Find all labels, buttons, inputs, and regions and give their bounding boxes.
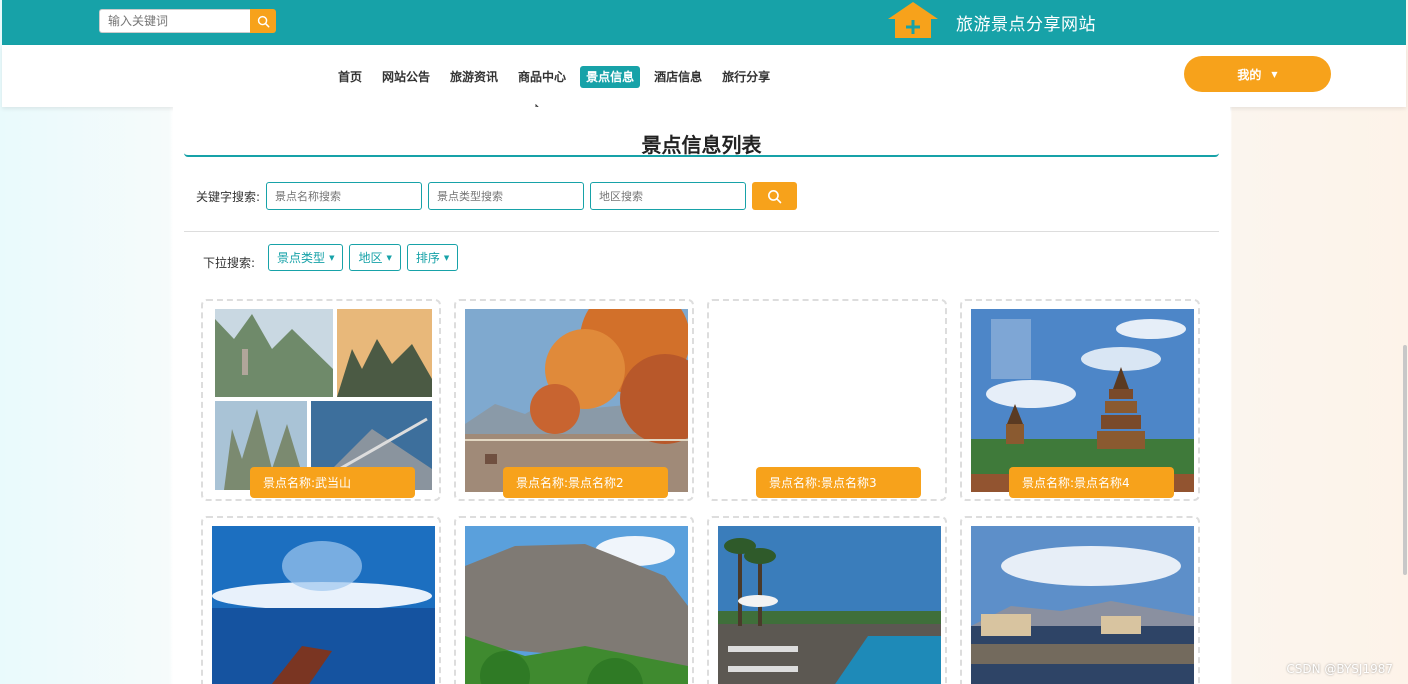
- area-dropdown-label: 地区: [358, 251, 383, 265]
- attraction-name-label: 景点名称: 景点名称2: [503, 467, 668, 498]
- attraction-name: 景点名称3: [821, 476, 877, 490]
- area-dropdown[interactable]: 地区 ▼: [349, 244, 401, 271]
- watermark: CSDN @BYSJ1987: [1286, 662, 1393, 676]
- attraction-image: [971, 309, 1194, 492]
- attraction-card[interactable]: [454, 516, 694, 684]
- attraction-name-label: 景点名称: 景点名称3: [756, 467, 921, 498]
- attraction-name-input[interactable]: [266, 182, 423, 210]
- mine-label: 我的: [1237, 67, 1262, 82]
- attraction-type-input[interactable]: [428, 182, 585, 210]
- main-content: 景点信息列表 关键字搜索: 下拉搜索: 景点类型 ▼ 地区 ▼ 排序 ▼: [173, 107, 1230, 684]
- header-search: [99, 9, 276, 33]
- attraction-name: 武当山: [315, 476, 352, 490]
- attraction-image: [215, 309, 432, 490]
- nav-item-hotels[interactable]: 酒店信息: [648, 66, 708, 88]
- attraction-type-dropdown[interactable]: 景点类型 ▼: [268, 244, 344, 271]
- sort-dropdown-label: 排序: [415, 251, 440, 265]
- nav-bar: 首页 网站公告 旅游资讯 商品中心 景点信息 酒店信息 旅行分享 我的 ▼: [2, 45, 1406, 107]
- attraction-image: [465, 309, 688, 492]
- attraction-name-prefix: 景点名称:: [1022, 476, 1075, 490]
- attraction-image: [718, 526, 941, 684]
- area-input[interactable]: [590, 182, 747, 210]
- nav-item-travel-share[interactable]: 旅行分享: [716, 66, 776, 88]
- divider: [184, 231, 1219, 232]
- attraction-name-prefix: 景点名称:: [516, 476, 569, 490]
- site-title: 旅游景点分享网站: [956, 15, 1096, 35]
- house-logo-icon: [888, 2, 938, 38]
- dropdown-search-label: 下拉搜索:: [203, 256, 256, 270]
- attraction-image-empty: [718, 309, 941, 492]
- attraction-card[interactable]: 景点名称: 景点名称4: [960, 299, 1200, 501]
- sort-dropdown[interactable]: 排序 ▼: [406, 244, 459, 271]
- mine-dropdown-button[interactable]: 我的 ▼: [1184, 56, 1331, 92]
- header-search-button[interactable]: [250, 9, 276, 33]
- attraction-image: [971, 526, 1194, 684]
- attraction-type-dropdown-label: 景点类型: [277, 251, 326, 265]
- attraction-card[interactable]: [960, 516, 1200, 684]
- caret-down-icon: ▼: [1271, 69, 1278, 79]
- attraction-name-label: 景点名称: 武当山: [250, 467, 415, 498]
- nav-item-products[interactable]: 商品中心: [512, 66, 572, 88]
- attraction-card[interactable]: [707, 516, 947, 684]
- attraction-card[interactable]: 景点名称: 武当山: [201, 299, 441, 501]
- attraction-name: 景点名称4: [1074, 476, 1130, 490]
- top-bar: 旅游景点分享网站: [2, 0, 1406, 45]
- attraction-grid: 景点名称: 武当山 景点名称: 景点名称2 景点名称: 景点名称3 景点名称: …: [201, 299, 1200, 684]
- nav-item-attractions[interactable]: 景点信息: [580, 66, 641, 88]
- page-title: 景点信息列表: [184, 129, 1219, 157]
- nav-item-announcements[interactable]: 网站公告: [376, 66, 436, 88]
- scrollbar-thumb[interactable]: [1403, 345, 1407, 575]
- attraction-image: [465, 526, 688, 684]
- attraction-name-label: 景点名称: 景点名称4: [1009, 467, 1174, 498]
- attraction-card[interactable]: 景点名称: 景点名称3: [707, 299, 947, 501]
- keyword-search-label: 关键字搜索:: [196, 189, 261, 204]
- caret-down-icon: ▼: [329, 253, 335, 262]
- attraction-card[interactable]: [201, 516, 441, 684]
- attraction-card[interactable]: 景点名称: 景点名称2: [454, 299, 694, 501]
- caret-down-icon: ▼: [443, 253, 450, 262]
- attraction-name: 景点名称2: [568, 476, 624, 490]
- attraction-name-prefix: 景点名称:: [263, 476, 316, 490]
- keyword-search-row: 关键字搜索:: [196, 182, 798, 210]
- attraction-image: [212, 526, 435, 684]
- search-icon: [768, 189, 782, 203]
- keyword-search-button[interactable]: [752, 182, 798, 210]
- dropdown-search-row: 下拉搜索: 景点类型 ▼ 地区 ▼ 排序 ▼: [203, 244, 464, 271]
- nav-item-travel-news[interactable]: 旅游资讯: [444, 66, 504, 88]
- nav-item-home[interactable]: 首页: [332, 66, 368, 88]
- nav-menu: 首页 网站公告 旅游资讯 商品中心 景点信息 酒店信息 旅行分享: [332, 66, 776, 88]
- scrollbar[interactable]: [1402, 110, 1408, 684]
- attraction-name-prefix: 景点名称:: [769, 476, 822, 490]
- header-search-input[interactable]: [99, 9, 250, 33]
- caret-down-icon: ▼: [386, 253, 392, 262]
- search-icon: [257, 15, 269, 27]
